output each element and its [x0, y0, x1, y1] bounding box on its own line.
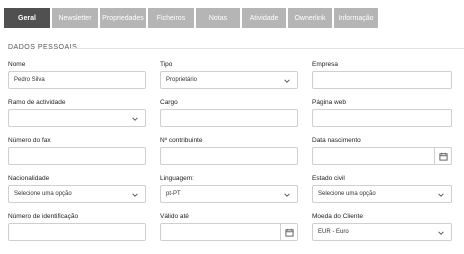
moeda-label: Moeda do Cliente	[312, 213, 363, 220]
tab-propriedades[interactable]: Propriedades	[100, 8, 146, 28]
estado-civil-label: Estado civil	[312, 175, 345, 182]
calendar-icon	[284, 228, 294, 237]
linguagem-select[interactable]: pt-PT	[160, 185, 298, 203]
ramo-select[interactable]	[8, 109, 146, 127]
contribuinte-input[interactable]	[160, 147, 298, 165]
tipo-label: Tipo	[160, 61, 173, 68]
tipo-value: Proprietário	[166, 77, 198, 83]
empresa-label: Empresa	[312, 61, 339, 68]
fax-label: Número do fax	[8, 137, 51, 144]
tab-atividade[interactable]: Atividade	[242, 8, 286, 28]
chevron-down-icon	[284, 79, 290, 83]
nome-label: Nome	[8, 61, 26, 68]
estado-civil-select[interactable]: Selecione uma opção	[312, 185, 452, 203]
pagina-web-input[interactable]	[312, 109, 452, 127]
tab-informacao[interactable]: Informação	[334, 8, 378, 28]
tab-bar: Geral Newsletter Propriedades Ficheiros …	[4, 8, 380, 28]
empresa-input[interactable]	[312, 71, 452, 89]
tipo-select[interactable]: Proprietário	[160, 71, 298, 89]
moeda-value: EUR - Euro	[318, 229, 349, 235]
fax-input[interactable]	[8, 147, 146, 165]
chevron-down-icon	[438, 231, 444, 235]
data-nascimento-label: Data nascimento	[312, 137, 361, 144]
chevron-down-icon	[132, 193, 138, 197]
identificacao-label: Número de identificação	[8, 213, 79, 220]
tab-newsletter[interactable]: Newsletter	[52, 8, 98, 28]
cargo-input[interactable]	[160, 109, 298, 127]
linguagem-value: pt-PT	[166, 191, 181, 197]
nacionalidade-value: Selecione uma opção	[14, 191, 72, 197]
section-title: DADOS PESSOAIS	[8, 44, 78, 51]
data-nascimento-input[interactable]	[312, 147, 452, 165]
estado-civil-value: Selecione uma opção	[318, 191, 376, 197]
pagina-web-label: Página web	[312, 99, 346, 106]
moeda-select[interactable]: EUR - Euro	[312, 223, 452, 241]
cargo-label: Cargo	[160, 99, 178, 106]
nacionalidade-label: Nacionalidade	[8, 175, 50, 182]
ramo-label: Ramo de actividade	[8, 99, 66, 106]
section-divider	[70, 48, 464, 49]
chevron-down-icon	[284, 193, 290, 197]
chevron-down-icon	[438, 193, 444, 197]
identificacao-input[interactable]	[8, 223, 146, 241]
nome-input[interactable]: Pedro Silva	[8, 71, 146, 89]
tab-notas[interactable]: Notas	[196, 8, 240, 28]
tab-geral[interactable]: Geral	[4, 8, 50, 28]
chevron-down-icon	[132, 117, 138, 121]
nome-value: Pedro Silva	[14, 77, 45, 83]
tab-ownerlink[interactable]: Ownerlink	[288, 8, 332, 28]
tab-ficheiros[interactable]: Ficheiros	[148, 8, 194, 28]
linguagem-label: Linguagem:	[160, 175, 194, 182]
calendar-button[interactable]	[280, 224, 297, 240]
valido-ate-input[interactable]	[160, 223, 298, 241]
calendar-icon	[438, 152, 448, 161]
calendar-button[interactable]	[434, 148, 451, 164]
contribuinte-label: Nº contribuinte	[160, 137, 203, 144]
nacionalidade-select[interactable]: Selecione uma opção	[8, 185, 146, 203]
valido-ate-label: Válido até	[160, 213, 189, 220]
